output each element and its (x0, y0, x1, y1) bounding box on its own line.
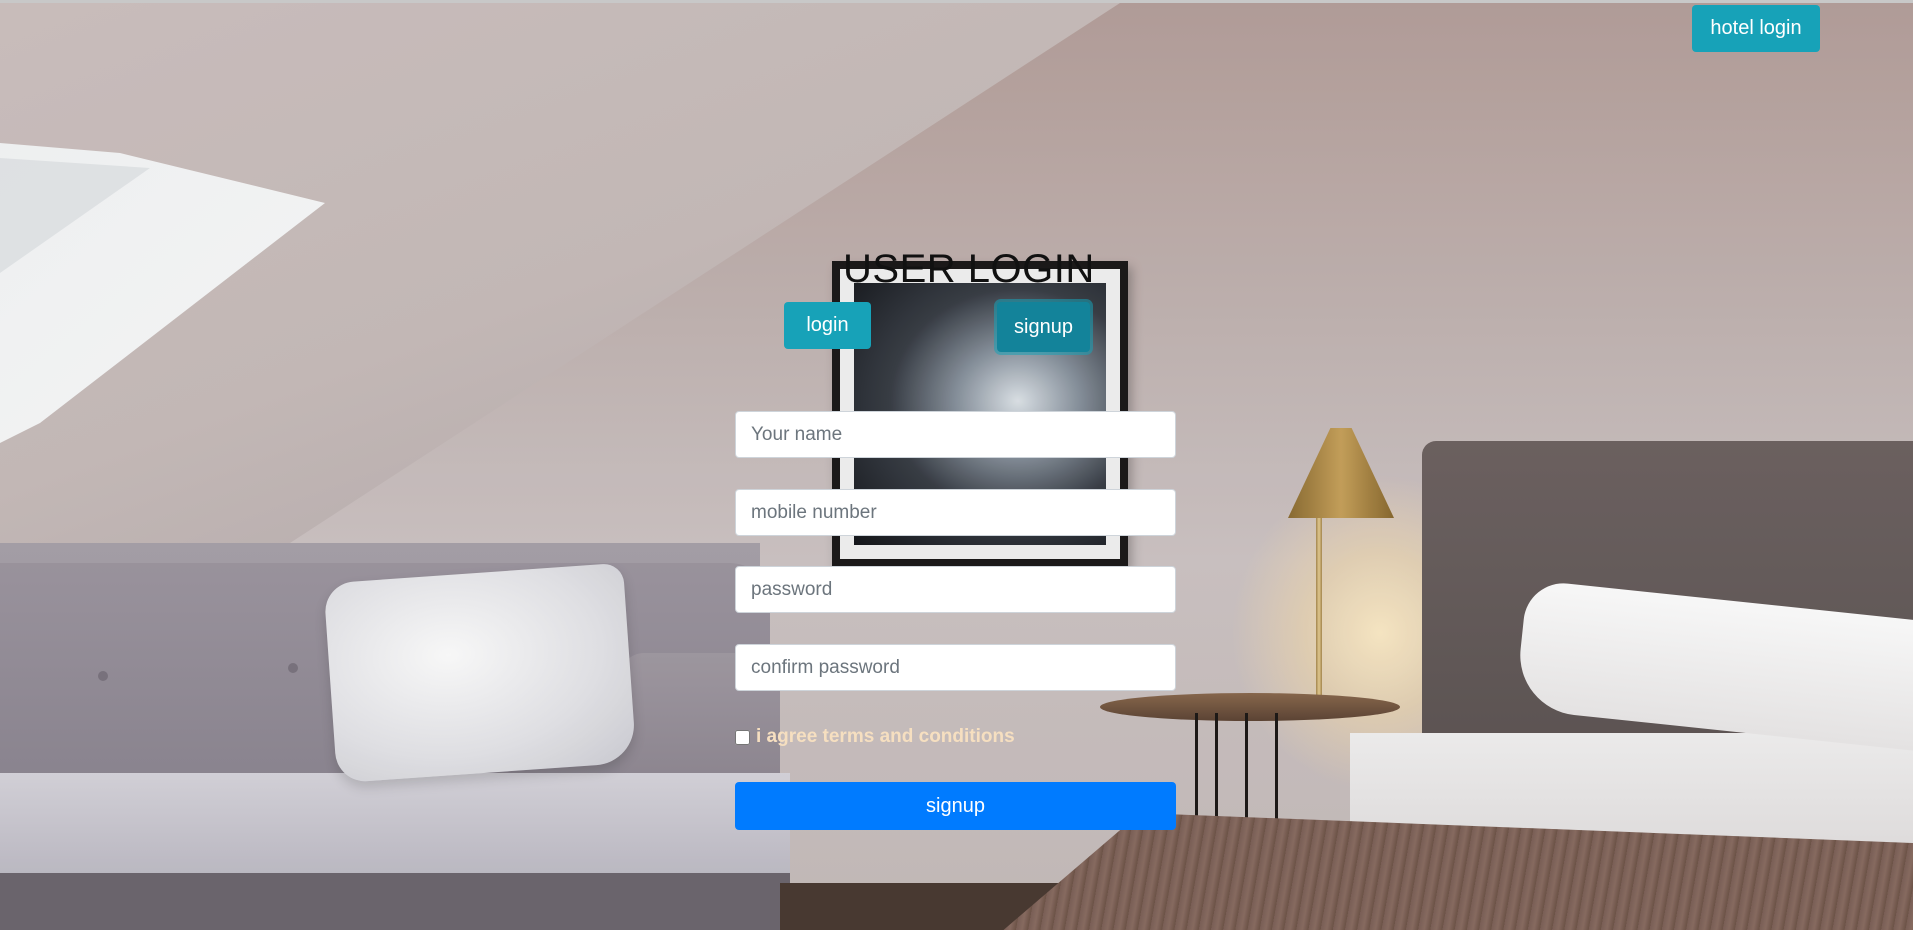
password-input[interactable] (735, 566, 1176, 613)
tab-signup-button[interactable]: signup (997, 302, 1090, 352)
tab-login-button[interactable]: login (784, 302, 871, 349)
terms-row: i agree terms and conditions (735, 726, 1015, 748)
mobile-number-input[interactable] (735, 489, 1176, 536)
terms-label[interactable]: i agree terms and conditions (756, 726, 1015, 748)
confirm-password-input[interactable] (735, 644, 1176, 691)
page: hotel login USER LOGIN login signup i ag… (0, 0, 1913, 930)
name-input[interactable] (735, 411, 1176, 458)
page-title: USER LOGIN (843, 247, 1095, 291)
terms-checkbox[interactable] (735, 729, 750, 745)
hotel-login-button[interactable]: hotel login (1692, 5, 1820, 52)
signup-submit-button[interactable]: signup (735, 782, 1176, 830)
